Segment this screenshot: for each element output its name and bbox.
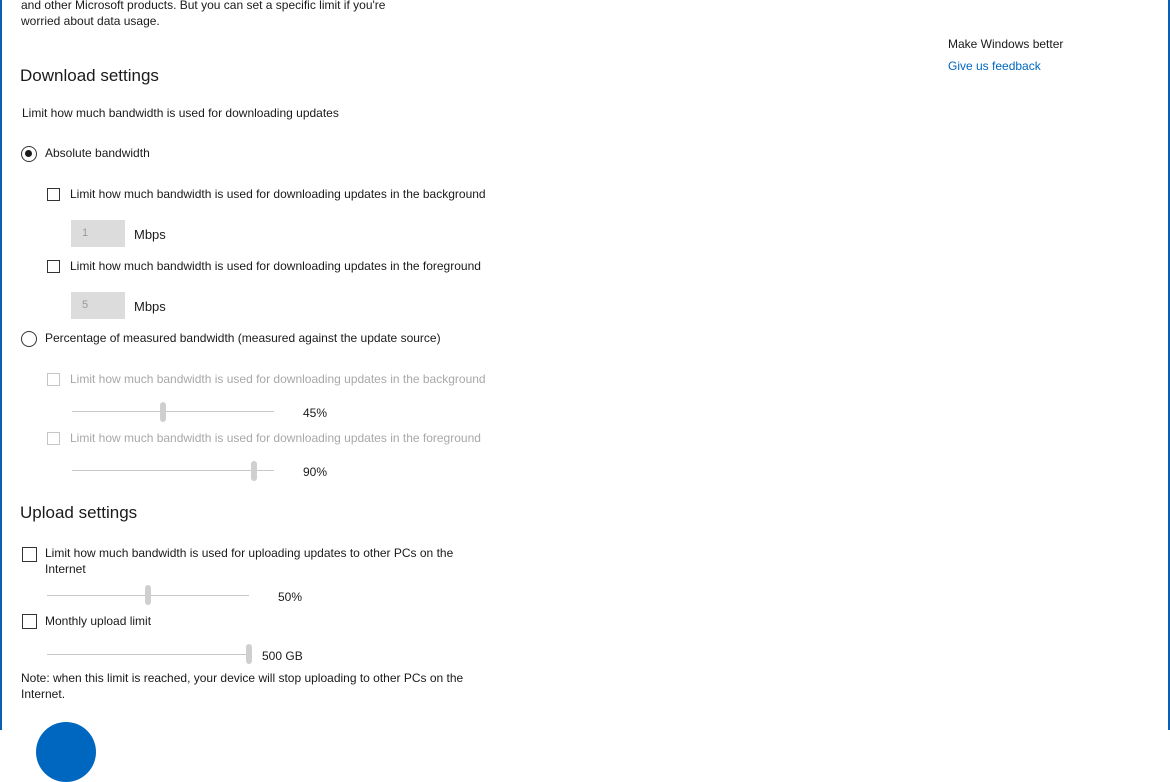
absolute-bandwidth-radio[interactable]: [21, 146, 37, 162]
monthly-upload-slider-track: [47, 654, 249, 655]
upload-limit-label-line1: Limit how much bandwidth is used for upl…: [45, 546, 454, 560]
monthly-upload-checkbox[interactable]: [22, 614, 37, 629]
upload-settings-title: Upload settings: [20, 503, 138, 522]
pct-background-slider-thumb[interactable]: [159, 402, 166, 422]
abs-foreground-checkbox[interactable]: [47, 260, 60, 273]
window-border-left: [0, 0, 2, 730]
abs-foreground-label: Limit how much bandwidth is used for dow…: [70, 259, 481, 273]
pct-foreground-slider-thumb[interactable]: [250, 461, 257, 481]
pct-foreground-slider-track: [72, 470, 274, 471]
monthly-upload-value: 500 GB: [262, 649, 303, 663]
abs-foreground-unit: Mbps: [134, 299, 166, 314]
pct-foreground-value: 90%: [303, 465, 328, 479]
upload-note-line1: Note: when this limit is reached, your d…: [21, 671, 464, 685]
side-heading: Make Windows better: [948, 37, 1064, 51]
upload-limit-checkbox[interactable]: [22, 547, 37, 562]
percentage-bandwidth-label: Percentage of measured bandwidth (measur…: [45, 331, 441, 345]
pct-foreground-checkbox[interactable]: [47, 432, 60, 445]
percentage-bandwidth-radio[interactable]: [21, 331, 37, 347]
abs-background-unit: Mbps: [134, 227, 166, 242]
pct-background-checkbox[interactable]: [47, 373, 60, 386]
pct-background-value: 45%: [303, 406, 328, 420]
download-subtitle: Limit how much bandwidth is used for dow…: [22, 106, 339, 120]
abs-background-label: Limit how much bandwidth is used for dow…: [70, 187, 486, 201]
upload-limit-slider-thumb[interactable]: [145, 585, 151, 605]
pct-background-slider-track: [72, 411, 274, 412]
pct-foreground-label: Limit how much bandwidth is used for dow…: [70, 431, 481, 445]
intro-text-line1: and other Microsoft products. But you ca…: [21, 0, 386, 12]
monthly-upload-label: Monthly upload limit: [45, 614, 152, 628]
give-feedback-link[interactable]: Give us feedback: [948, 59, 1041, 73]
pct-background-label: Limit how much bandwidth is used for dow…: [70, 372, 486, 386]
intro-text-line2: worried about data usage.: [21, 14, 160, 28]
upload-note-line2: Internet.: [21, 687, 66, 701]
abs-background-mbps-input[interactable]: 1: [71, 220, 125, 247]
scroll-circle-button[interactable]: [36, 722, 96, 782]
monthly-upload-slider-thumb[interactable]: [246, 644, 252, 664]
download-settings-title: Download settings: [20, 66, 159, 85]
abs-foreground-mbps-input[interactable]: 5: [71, 292, 125, 319]
absolute-bandwidth-label: Absolute bandwidth: [45, 146, 150, 160]
upload-limit-value: 50%: [278, 590, 303, 604]
upload-limit-label-line2: Internet: [45, 562, 86, 576]
abs-background-checkbox[interactable]: [47, 188, 60, 201]
